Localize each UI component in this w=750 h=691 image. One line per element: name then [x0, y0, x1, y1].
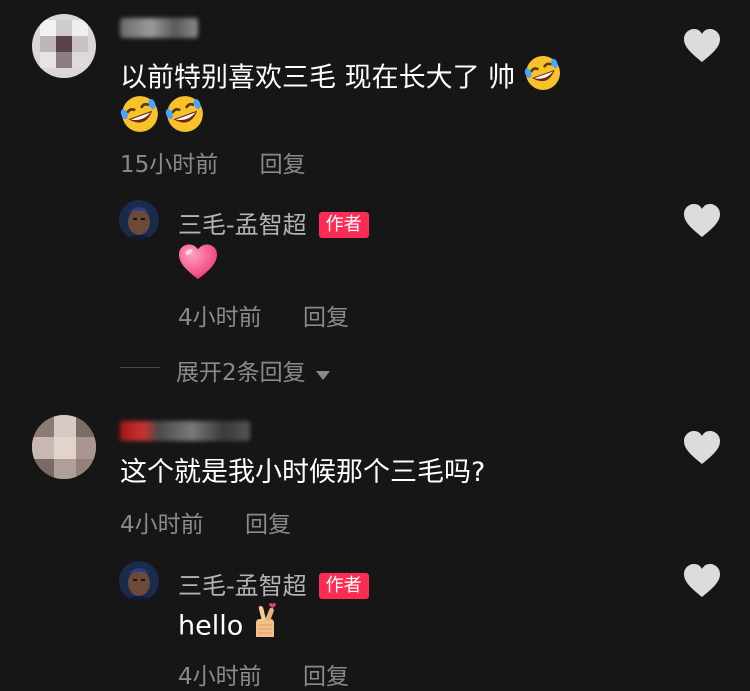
expand-replies-button[interactable]: 展开2条回复 — [176, 353, 331, 387]
author-badge: 作者 — [318, 573, 369, 599]
username-redacted[interactable] — [120, 18, 198, 38]
heart-icon[interactable] — [683, 203, 721, 239]
username-redacted[interactable] — [120, 421, 250, 441]
author-name-row: 三毛-孟智超 作者 — [178, 205, 369, 240]
reply-meta: 4小时前 回复 — [178, 298, 349, 332]
author-avatar[interactable] — [119, 200, 159, 240]
author-badge: 作者 — [318, 212, 369, 238]
heart-icon[interactable] — [683, 563, 721, 599]
comment-emoji-line — [120, 94, 205, 138]
laughing-emoji-icon — [524, 54, 562, 104]
reply-button[interactable]: 回复 — [245, 512, 291, 538]
reply-text — [178, 243, 218, 285]
laughing-emoji-icon — [165, 94, 205, 138]
heart-icon[interactable] — [683, 430, 721, 466]
comment-meta: 15小时前 回复 — [120, 145, 306, 179]
comment-time: 15小时前 — [120, 152, 219, 178]
finger-heart-icon — [250, 603, 280, 651]
reply-time: 4小时前 — [178, 664, 262, 690]
avatar[interactable] — [32, 14, 96, 78]
reply-text: hello — [178, 603, 280, 651]
comment-time: 4小时前 — [120, 512, 204, 538]
caret-down-icon — [315, 361, 331, 387]
reply-meta: 4小时前 回复 — [178, 657, 349, 691]
author-name-row: 三毛-孟智超 作者 — [178, 566, 369, 601]
expand-replies-label: 展开2条回复 — [176, 360, 306, 386]
author-avatar[interactable] — [119, 561, 159, 601]
heart-icon[interactable] — [683, 28, 721, 64]
reply-button[interactable]: 回复 — [260, 152, 306, 178]
laughing-emoji-icon — [120, 94, 160, 138]
reply-text-content: hello — [178, 610, 244, 642]
divider — [120, 367, 160, 368]
reply-time: 4小时前 — [178, 305, 262, 331]
pink-heart-icon — [178, 243, 218, 285]
comment-text: 这个就是我小时候那个三毛吗? — [120, 457, 486, 488]
author-name[interactable]: 三毛-孟智超 — [178, 211, 307, 239]
reply-button[interactable]: 回复 — [303, 305, 349, 331]
reply-button[interactable]: 回复 — [303, 664, 349, 690]
comment-meta: 4小时前 回复 — [120, 505, 291, 539]
avatar[interactable] — [32, 415, 96, 479]
author-name[interactable]: 三毛-孟智超 — [178, 572, 307, 600]
